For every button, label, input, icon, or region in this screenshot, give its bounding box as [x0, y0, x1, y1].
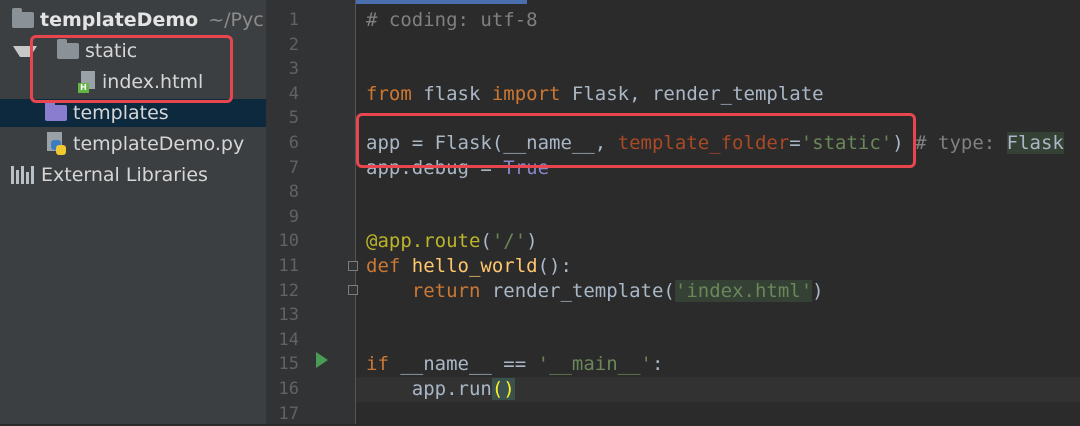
- code-line-16[interactable]: app.run(): [356, 377, 1080, 402]
- line-number: 12: [278, 280, 299, 301]
- project-tree: templateDemo ~/Pyc static H index.html t…: [0, 0, 267, 424]
- tree-item-templatedemo-py[interactable]: templateDemo.py: [0, 130, 266, 158]
- code-line-15[interactable]: if __name__ == '__main__':: [356, 352, 1080, 377]
- line-number: 4: [288, 83, 299, 104]
- highlight-box-app-line: [356, 113, 916, 168]
- line-number: 6: [288, 133, 299, 153]
- line-number: 15: [278, 354, 299, 375]
- code-line-10[interactable]: @app.route('/'): [356, 229, 1080, 254]
- line-number: 14: [278, 329, 299, 350]
- line-number: 2: [288, 34, 299, 55]
- code-editor[interactable]: # coding: utf-8 from flask import Flask,…: [356, 0, 1080, 424]
- tree-item-label: templateDemo.py: [73, 133, 245, 155]
- tree-root-row[interactable]: templateDemo ~/Pyc: [0, 6, 266, 34]
- line-number: 9: [288, 206, 299, 227]
- line-number: 1: [288, 10, 299, 30]
- folder-icon: [12, 8, 34, 28]
- line-number: 3: [288, 59, 299, 80]
- line-number: 13: [278, 305, 299, 326]
- tree-item-templates[interactable]: templates: [0, 99, 266, 127]
- code-line-4[interactable]: from flask import Flask, render_template: [356, 82, 1080, 107]
- python-file-icon: [45, 132, 67, 156]
- line-number: 16: [278, 379, 299, 399]
- line-number: 7: [288, 157, 299, 178]
- project-root-path: ~/Pyc: [208, 9, 264, 31]
- line-number: 10: [278, 231, 299, 252]
- project-root-name: templateDemo: [40, 9, 199, 31]
- code-line-12[interactable]: return render_template('index.html'): [356, 279, 1080, 304]
- line-number: 5: [288, 108, 299, 129]
- line-number: 8: [288, 182, 299, 203]
- line-number: 17: [278, 403, 299, 424]
- line-gutter: 1 2 3 4 5 6 7 8 9 10 11 12 13 14 15 16 1…: [267, 0, 358, 424]
- tree-item-external-libraries[interactable]: External Libraries: [0, 161, 266, 189]
- code-line-1[interactable]: # coding: utf-8: [356, 8, 1080, 33]
- line-number: 11: [278, 256, 299, 276]
- highlight-box-static: [30, 35, 233, 103]
- run-icon[interactable]: [316, 352, 328, 368]
- templates-folder-icon: [45, 101, 67, 121]
- tree-item-label: templates: [73, 102, 169, 124]
- tree-item-label: External Libraries: [41, 164, 208, 186]
- libraries-icon: [11, 166, 35, 184]
- code-line-11[interactable]: def hello_world():: [356, 254, 1080, 279]
